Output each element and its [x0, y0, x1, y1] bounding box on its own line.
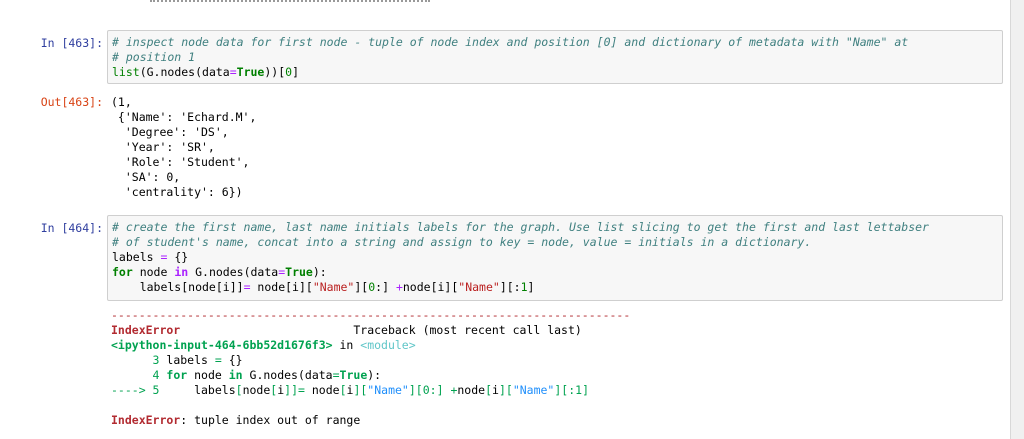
code-line: # create the first name, last name initi… [112, 220, 929, 234]
output-line: 'Role': 'Student', [111, 155, 250, 169]
final-error-message: : tuple index out of range [180, 413, 361, 427]
final-error: IndexError: tuple index out of range [111, 413, 991, 428]
traceback-frame-line: 4 for node in G.nodes(data=True): [111, 368, 382, 382]
output-line: {'Name': 'Echard.M', [111, 110, 257, 124]
cell-output: (1, {'Name': 'Echard.M', 'Degree': 'DS',… [111, 95, 991, 200]
output-line: 'centrality': 6}) [111, 185, 243, 199]
output-prompt: Out[463]: [40, 95, 103, 109]
code-line: labels[node[i]]= node[i]["Name"][0:] +no… [112, 280, 535, 294]
module-name: <module> [360, 338, 416, 352]
output-line: 'Year': 'SR', [111, 140, 215, 154]
traceback-frame-line: 3 labels = {} [111, 353, 243, 367]
line-number: 3 [111, 353, 160, 367]
error-name: IndexError [111, 323, 181, 337]
code-line: # of student's name, concat into a strin… [112, 235, 812, 249]
notebook-page: In [463]: # inspect node data for first … [0, 0, 1011, 439]
vertical-scrollbar[interactable] [1011, 0, 1024, 439]
code-line: # position 1 [112, 50, 196, 64]
code-line: for node in G.nodes(data=True): [112, 265, 327, 279]
output-line: 'Degree': 'DS', [111, 125, 229, 139]
ipython-input-link[interactable]: <ipython-input-464-6bb52d1676f3> [111, 338, 333, 352]
output-line: 'SA': 0, [111, 170, 181, 184]
code-line: list(G.nodes(data=True))[0] [112, 65, 300, 79]
truncated-previous-output [150, 0, 430, 5]
line-number: 4 [111, 368, 160, 382]
code-input[interactable]: # inspect node data for first node - tup… [107, 30, 1003, 84]
traceback: ----------------------------------------… [111, 308, 991, 428]
code-input[interactable]: # create the first name, last name initi… [107, 215, 1003, 301]
traceback-frame-line-current: ----> 5 labels[node[i]]= node[i]["Name"]… [111, 383, 590, 397]
traceback-location: <ipython-input-464-6bb52d1676f3> in <mod… [111, 338, 991, 353]
output-line: (1, [111, 95, 132, 109]
traceback-header-right: Traceback (most recent call last) [353, 323, 582, 337]
code-line: labels = {} [112, 250, 189, 264]
input-prompt: In [463]: [40, 36, 103, 50]
input-prompt: In [464]: [40, 221, 103, 235]
line-number: ----> 5 [111, 383, 160, 397]
traceback-separator: ----------------------------------------… [111, 308, 631, 322]
final-error-name: IndexError [111, 413, 181, 427]
traceback-header: IndexError Traceback (most recent call l… [111, 323, 991, 338]
in-word: in [332, 338, 361, 352]
code-line: # inspect node data for first node - tup… [112, 35, 909, 49]
